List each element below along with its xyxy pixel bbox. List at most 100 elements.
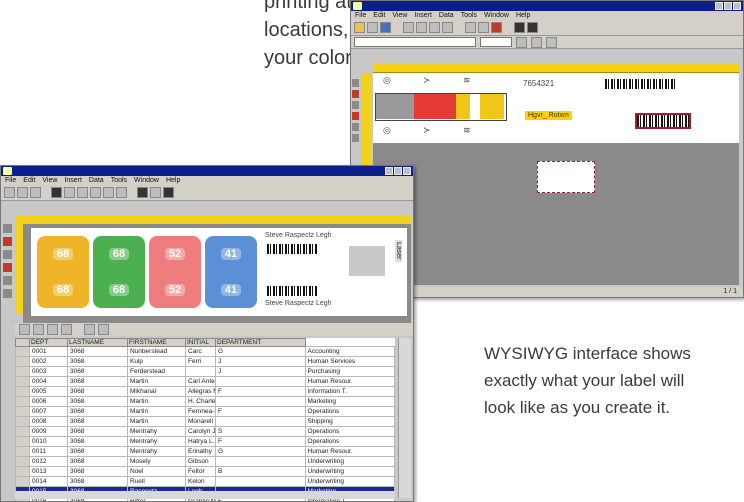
table-cell[interactable]: 0005 [29,386,68,397]
menu-view[interactable]: View [392,11,407,20]
data-grid[interactable]: DEPT LASTNAME FIRSTNAME INITIAL DEPARTME… [15,338,395,501]
table-row[interactable]: 00063068MartinH. Charles Marketing [15,396,395,407]
table-row[interactable]: 0013 3068 Noel Feltor B Underwriting [15,466,395,477]
last-record-icon[interactable] [61,324,72,335]
new-icon[interactable] [4,187,15,198]
text-object-selected[interactable] [537,161,595,193]
col-header[interactable]: DEPARTMENT [215,338,306,347]
table-row[interactable]: 0008 3068 Martin Monarell Shipping [15,416,395,427]
grid-icon[interactable] [527,22,538,33]
table-cell[interactable]: Human Services [304,356,395,367]
table-cell[interactable]: Carolyn Joe [185,426,216,437]
bold-icon[interactable] [516,36,527,48]
col-header[interactable]: INITIAL [185,338,216,347]
menu-tools[interactable]: Tools [461,11,477,20]
row-header[interactable] [15,346,30,357]
table-cell[interactable]: J [215,366,306,377]
table-cell[interactable]: Kulp [127,356,186,367]
table-cell[interactable]: 0002 [29,356,68,367]
row-header[interactable] [15,376,30,387]
save-icon[interactable] [30,187,41,198]
row-header[interactable] [15,436,30,447]
table-row[interactable]: 0003 3068 Ferderstead J Purchasing [15,366,395,377]
table-cell[interactable]: Fernnea-Ellen [185,406,216,417]
table-cell[interactable]: Martin [127,396,186,407]
prev-record-icon[interactable] [33,324,44,335]
row-header[interactable] [15,416,30,427]
label-preview[interactable]: ◎ ≻ ≋ ◎ ≻ ≋ 7654321 Hgvr_ Rotxm [373,73,739,143]
menu-data[interactable]: Data [439,11,454,20]
table-cell[interactable] [215,456,306,467]
table-row[interactable]: 0010 3068 Mentrahy Hatrya L. F Operations [15,436,395,447]
maximize-icon[interactable] [394,167,402,175]
table-cell[interactable]: Carc [185,346,216,357]
shape-tool-icon[interactable] [2,263,12,272]
table-cell[interactable]: Human Resour. [304,376,395,387]
close-icon[interactable] [403,167,411,175]
menu-help[interactable]: Help [516,11,530,20]
paste-icon[interactable] [103,187,114,198]
table-cell[interactable]: Erinathy [185,446,216,457]
barcode-icon[interactable] [137,187,148,198]
table-row[interactable]: 0011 3068 Mentrahy Erinathy G Human Resour. [15,446,395,457]
table-cell[interactable]: 0013 [29,466,68,477]
table-cell[interactable]: 3068 [67,386,128,397]
cut-icon[interactable] [429,22,440,33]
zoom-icon[interactable] [150,187,161,198]
close-icon[interactable] [733,2,741,10]
table-cell[interactable]: Carl Ante [185,376,216,387]
table-cell[interactable]: 0011 [29,446,68,457]
table-cell[interactable]: Kelon [185,476,216,487]
table-cell[interactable]: Underwriting [304,456,395,467]
table-cell[interactable]: 0014 [29,476,68,487]
table-cell[interactable]: 0003 [29,366,68,377]
table-row[interactable]: 00093068MentrahyCarolyn JoeSOperations [15,426,395,437]
open-icon[interactable] [367,22,378,33]
table-cell[interactable]: H. Charles [185,396,216,407]
table-cell[interactable]: 0006 [29,396,68,407]
table-cell[interactable]: G [215,346,306,357]
table-cell[interactable]: 0009 [29,426,68,437]
table-cell[interactable]: 3068 [67,356,128,367]
text-tool-icon[interactable] [352,90,359,98]
table-cell[interactable]: 3068 [67,436,128,447]
table-cell[interactable]: F [215,436,306,447]
row-header[interactable] [15,366,30,377]
row-header[interactable] [15,466,30,477]
table-cell[interactable]: F [215,406,306,417]
table-cell[interactable]: 0001 [29,346,68,357]
table-cell[interactable]: Mosely [127,456,186,467]
size-field[interactable] [480,37,512,47]
undo-icon[interactable] [465,22,476,33]
table-cell[interactable] [215,396,306,407]
table-cell[interactable]: 3068 [67,396,128,407]
table-cell[interactable]: Purchasing [304,366,395,377]
col-header[interactable]: FIRSTNAME [127,338,186,347]
table-cell[interactable]: 3068 [67,446,128,457]
underline-icon[interactable] [546,36,557,48]
row-header[interactable] [15,426,30,437]
first-record-icon[interactable] [19,324,30,335]
table-cell[interactable]: S [215,426,306,437]
menu-help[interactable]: Help [166,176,180,185]
table-cell[interactable]: Ferderstead [127,366,186,377]
maximize-icon[interactable] [724,2,732,10]
table-cell[interactable] [185,366,216,377]
table-cell[interactable]: Martin [127,416,186,427]
table-cell[interactable]: 0004 [29,376,68,387]
barcode-icon[interactable] [514,22,525,33]
table-cell[interactable]: 0012 [29,456,68,467]
next-record-icon[interactable] [47,324,58,335]
row-header[interactable] [15,446,30,457]
table-row[interactable]: 0002 3068 Kulp Ferri J Human Services [15,356,395,367]
table-cell[interactable]: 3068 [67,426,128,437]
table-cell[interactable]: 3068 [67,376,128,387]
table-cell[interactable]: J [215,356,306,367]
table-cell[interactable]: B [215,466,306,477]
table-cell[interactable] [215,416,306,427]
table-cell[interactable]: 3068 [67,346,128,357]
col-header[interactable]: LASTNAME [67,338,128,347]
table-cell[interactable]: 3068 [67,456,128,467]
table-row[interactable]: 00053068MikhanalAllegras M.FInformation … [15,386,395,397]
col-header[interactable] [15,338,30,347]
